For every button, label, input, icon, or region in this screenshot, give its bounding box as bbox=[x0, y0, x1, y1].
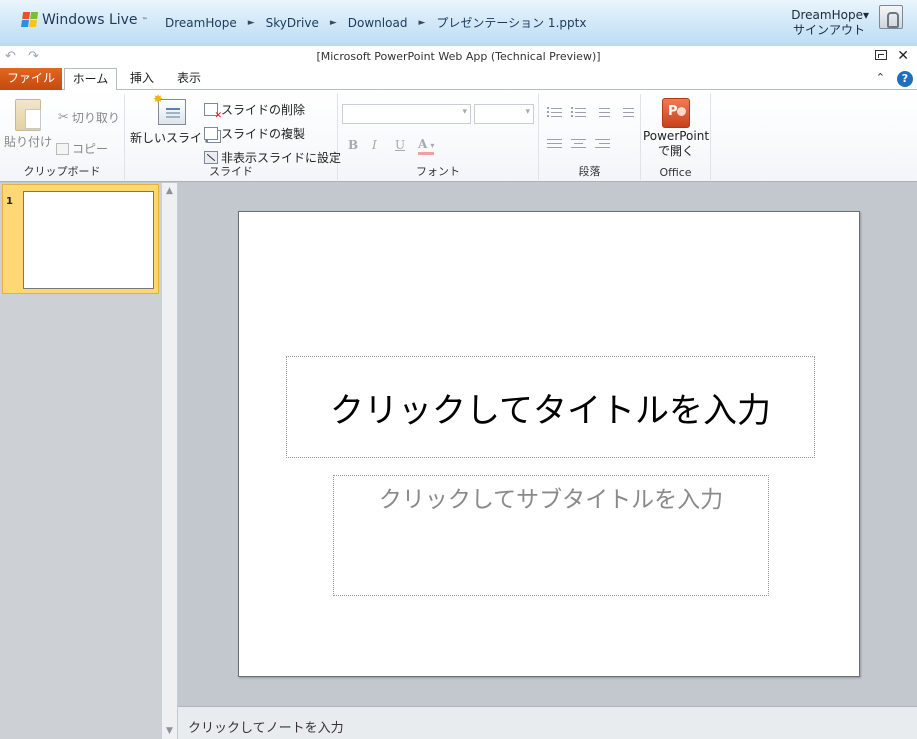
breadcrumb-separator-icon: ► bbox=[418, 17, 426, 28]
align-left-icon[interactable] bbox=[547, 138, 562, 150]
slide-canvas[interactable]: クリックしてタイトルを入力 クリックしてサブタイトルを入力 bbox=[238, 211, 860, 677]
paste-button[interactable]: 貼り付け bbox=[4, 99, 52, 150]
office-group: PowerPoint で開く Office bbox=[641, 94, 711, 180]
copy-icon bbox=[56, 142, 69, 155]
paste-label: 貼り付け bbox=[4, 135, 53, 149]
ribbon: 貼り付け ✂ 切り取り コピー クリップボード 新しいスライド スライドの削除 … bbox=[0, 90, 917, 182]
sign-out-link[interactable]: サインアウト bbox=[791, 23, 865, 38]
delete-slide-label: スライドの削除 bbox=[221, 103, 306, 117]
delete-slide-icon bbox=[204, 103, 222, 121]
slide-thumbnail-preview bbox=[23, 191, 154, 289]
user-name-menu[interactable]: DreamHope▾ bbox=[791, 8, 869, 23]
brand-trademark: ™ bbox=[141, 16, 148, 24]
cut-button[interactable]: ✂ 切り取り bbox=[58, 109, 120, 126]
group-label: 段落 bbox=[578, 165, 601, 178]
open-in-powerpoint-button[interactable]: PowerPoint で開く bbox=[642, 98, 710, 158]
paragraph-group: 段落 bbox=[539, 94, 641, 180]
title-placeholder[interactable]: クリックしてタイトルを入力 bbox=[286, 356, 815, 458]
tab-file[interactable]: ファイル bbox=[0, 68, 62, 90]
clipboard-group: 貼り付け ✂ 切り取り コピー クリップボード bbox=[0, 94, 125, 180]
windows-live-logo[interactable]: Windows Live ™ bbox=[21, 12, 148, 28]
group-label: Office bbox=[659, 166, 692, 179]
notes-pane[interactable]: クリックしてノートを入力 bbox=[178, 706, 917, 739]
numbering-icon[interactable] bbox=[571, 107, 586, 119]
slide-thumbnail[interactable]: 1 bbox=[2, 184, 159, 294]
thumbnail-scrollbar[interactable]: ▲ ▼ bbox=[161, 183, 177, 739]
clipboard-icon bbox=[15, 99, 41, 131]
open-ppt-label-line1: PowerPoint bbox=[642, 129, 710, 143]
scroll-down-icon[interactable]: ▼ bbox=[162, 723, 177, 739]
new-slide-label: 新しいスライド bbox=[130, 131, 215, 145]
close-icon[interactable]: ✕ bbox=[897, 48, 909, 64]
brand-name: Windows Live bbox=[42, 12, 138, 28]
bold-button[interactable]: B bbox=[348, 138, 358, 152]
open-ppt-label-line2: で開く bbox=[657, 144, 694, 158]
breadcrumb-download[interactable]: Download bbox=[348, 16, 408, 30]
breadcrumb: DreamHope ► SkyDrive ► Download ► プレゼンテー… bbox=[165, 14, 586, 31]
delete-slide-button[interactable]: スライドの削除 bbox=[204, 101, 306, 121]
group-label: スライド bbox=[209, 165, 253, 178]
powerpoint-icon bbox=[662, 98, 690, 128]
increase-indent-icon[interactable] bbox=[619, 107, 634, 119]
chevron-down-icon: ▾ bbox=[430, 141, 435, 150]
breadcrumb-skydrive[interactable]: SkyDrive bbox=[266, 16, 319, 30]
group-label: クリップボード bbox=[23, 165, 101, 178]
group-label: フォント bbox=[416, 165, 460, 178]
ribbon-tabs: ファイル ホーム 挿入 表示 ⌃ ? bbox=[0, 68, 917, 91]
font-name-dropdown[interactable] bbox=[342, 104, 471, 124]
app-title: [Microsoft PowerPoint Web App (Technical… bbox=[316, 50, 601, 63]
new-slide-button[interactable]: 新しいスライド bbox=[130, 92, 215, 146]
windows-live-header: Windows Live ™ DreamHope ► SkyDrive ► Dow… bbox=[0, 0, 917, 46]
breadcrumb-separator-icon: ► bbox=[329, 17, 337, 28]
copy-button[interactable]: コピー bbox=[56, 140, 108, 157]
breadcrumb-file: プレゼンテーション 1.pptx bbox=[436, 16, 587, 30]
duplicate-slide-label: スライドの複製 bbox=[221, 127, 306, 141]
bullets-icon[interactable] bbox=[547, 107, 562, 119]
font-size-dropdown[interactable] bbox=[474, 104, 534, 124]
tab-insert[interactable]: 挿入 bbox=[120, 68, 164, 90]
tab-home[interactable]: ホーム bbox=[64, 68, 117, 91]
tab-view[interactable]: 表示 bbox=[167, 68, 211, 90]
popout-icon[interactable] bbox=[875, 50, 887, 60]
slides-group: 新しいスライド スライドの削除 スライドの複製 非表示スライドに設定 スライド bbox=[125, 92, 341, 180]
windows-flag-icon bbox=[21, 12, 39, 28]
duplicate-slide-button[interactable]: スライドの複製 bbox=[204, 125, 305, 142]
new-slide-icon bbox=[153, 92, 186, 125]
copy-label: コピー bbox=[72, 142, 109, 156]
slide-thumbnail-panel: 1 ▲ ▼ bbox=[0, 183, 177, 739]
italic-button[interactable]: I bbox=[372, 138, 377, 152]
scissors-icon: ✂ bbox=[58, 110, 69, 125]
title-row: ↶ ↷ [Microsoft PowerPoint Web App (Techn… bbox=[0, 46, 917, 68]
breadcrumb-user[interactable]: DreamHope bbox=[165, 16, 237, 30]
font-group: B I U A▾ フォント bbox=[338, 94, 539, 180]
user-area: DreamHope▾ サインアウト bbox=[791, 5, 903, 38]
avatar[interactable] bbox=[879, 5, 903, 29]
align-right-icon[interactable] bbox=[595, 138, 610, 150]
cut-label: 切り取り bbox=[71, 111, 120, 125]
scroll-up-icon[interactable]: ▲ bbox=[162, 183, 177, 199]
slide-editing-area: クリックしてタイトルを入力 クリックしてサブタイトルを入力 bbox=[178, 183, 917, 706]
collapse-ribbon-icon[interactable]: ⌃ bbox=[876, 71, 885, 84]
subtitle-placeholder[interactable]: クリックしてサブタイトルを入力 bbox=[333, 475, 769, 596]
decrease-indent-icon[interactable] bbox=[595, 107, 610, 119]
font-color-button[interactable]: A ▾ bbox=[418, 138, 435, 155]
align-center-icon[interactable] bbox=[571, 138, 586, 150]
duplicate-slide-icon bbox=[204, 127, 218, 140]
help-icon[interactable]: ? bbox=[897, 71, 913, 87]
underline-button[interactable]: U bbox=[395, 138, 405, 152]
slide-number: 1 bbox=[6, 196, 13, 207]
breadcrumb-separator-icon: ► bbox=[247, 17, 255, 28]
